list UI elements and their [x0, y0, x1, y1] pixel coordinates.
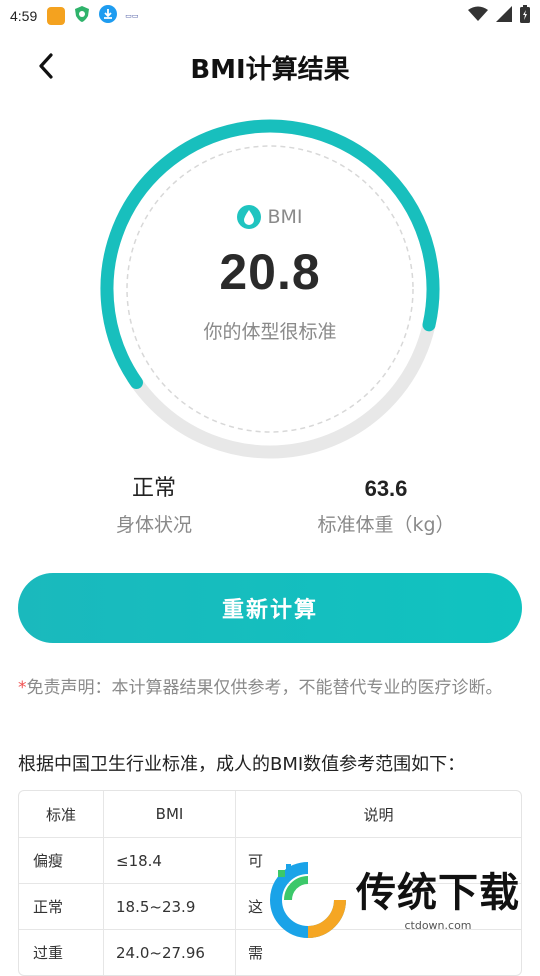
header: BMI计算结果: [0, 38, 540, 96]
shield-heart-icon: [73, 5, 91, 27]
notification-icons: ▭▭: [47, 5, 138, 27]
signal-icon: [496, 6, 512, 26]
page-title: BMI计算结果: [190, 54, 350, 85]
bmi-gauge: BMI 20.8 你的体型很标准: [96, 115, 444, 463]
app-badge-icon: [47, 7, 66, 25]
result-stats: 正常 身体状况 63.6 标准体重（kg）: [0, 472, 540, 552]
standard-weight-label: 标准体重（kg）: [317, 514, 455, 536]
body-status-stat: 正常 身体状况: [44, 472, 264, 537]
table-header-cell: 说明: [363, 805, 394, 824]
chevron-left-icon: [39, 53, 53, 79]
table-cell-standard: 偏瘦: [19, 838, 104, 883]
required-star: *: [18, 678, 27, 698]
watermark: 传统下载 ctdown.com: [268, 860, 530, 940]
bmi-label: BMI: [267, 206, 303, 228]
table-header-cell: 标准: [19, 791, 104, 837]
body-status-value: 正常: [131, 476, 176, 501]
status-time: 4:59: [10, 8, 38, 24]
body-status-label: 身体状况: [115, 514, 192, 536]
back-button[interactable]: [28, 48, 64, 84]
battery-icon: [520, 5, 530, 27]
water-drop-icon: [237, 205, 262, 229]
bmi-label-row: BMI: [237, 205, 303, 229]
table-header-row: 标准 BMI 说明: [19, 791, 521, 837]
small-logo-icon: ▭▭: [125, 12, 139, 20]
wifi-icon: [468, 6, 488, 26]
download-icon: [99, 5, 118, 27]
table-cell-bmi: ≤18.4: [104, 838, 236, 883]
bmi-value: 20.8: [219, 244, 321, 300]
watermark-url: ctdown.com: [404, 918, 472, 932]
watermark-logo-icon: [270, 862, 346, 938]
recalculate-button[interactable]: 重新计算: [18, 573, 522, 643]
standard-weight-stat: 63.6 标准体重（kg）: [276, 472, 496, 537]
gauge-center: BMI 20.8 你的体型很标准: [96, 115, 444, 463]
status-bar: 4:59 ▭▭: [0, 0, 540, 32]
table-header-cell: BMI: [104, 791, 236, 837]
table-cell-bmi: 24.0~27.96: [104, 930, 236, 975]
table-cell-bmi: 18.5~23.9: [104, 884, 236, 929]
watermark-title: 传统下载: [356, 869, 520, 916]
table-cell-standard: 过重: [19, 930, 104, 975]
table-cell-standard: 正常: [19, 884, 104, 929]
system-icons: [468, 5, 530, 27]
watermark-text: 传统下载 ctdown.com: [356, 869, 520, 932]
standard-weight-value: 63.6: [364, 476, 408, 501]
disclaimer: *免责声明：本计算器结果仅供参考，不能替代专业的医疗诊断。: [18, 674, 522, 702]
bmi-description: 你的体型很标准: [203, 321, 337, 343]
reference-heading: 根据中国卫生行业标准，成人的BMI数值参考范围如下：: [18, 754, 466, 775]
disclaimer-text: 免责声明：本计算器结果仅供参考，不能替代专业的医疗诊断。: [26, 678, 503, 698]
